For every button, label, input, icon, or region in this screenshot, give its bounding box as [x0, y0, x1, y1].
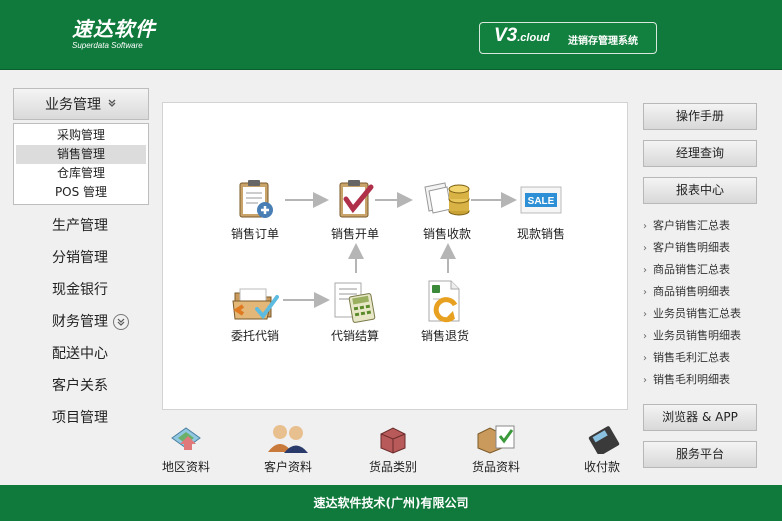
chevron-right-icon: ›	[643, 309, 647, 320]
nav-item-label: 生产管理	[52, 218, 108, 234]
report-item[interactable]: › 业务员销售汇总表	[643, 303, 773, 325]
double-chevron-down-icon	[107, 98, 117, 111]
business-submenu: 采购管理 销售管理 仓库管理 POS 管理	[13, 123, 149, 205]
footer-company: 速达软件技术(广州)有限公司	[313, 496, 469, 510]
nav-item-production[interactable]: 生产管理	[13, 210, 149, 242]
chevron-right-icon: ›	[643, 221, 647, 232]
app-header: 速达软件 Superdata Software V3.cloud 进销存管理系统	[0, 0, 782, 70]
toolbar-label: 货品类别	[369, 460, 418, 474]
clipboard-plus-icon	[239, 180, 273, 218]
nav-item-label: 财务管理	[52, 314, 108, 330]
report-item[interactable]: › 客户销售汇总表	[643, 215, 773, 237]
coins-icon	[424, 182, 470, 216]
nav-item-label: 分销管理	[52, 250, 108, 266]
flow-label: 销售收款	[422, 227, 471, 241]
chevron-right-icon: ›	[643, 243, 647, 254]
report-item[interactable]: › 销售毛利汇总表	[643, 347, 773, 369]
customer-icon	[268, 425, 308, 453]
nav-item-distribution[interactable]: 分销管理	[13, 242, 149, 274]
flow-arrows	[283, 192, 517, 308]
manual-button[interactable]: 操作手册	[643, 103, 757, 130]
browser-app-button[interactable]: 浏览器 & APP	[643, 404, 757, 431]
flow-sales-order[interactable]: 销售订单	[231, 177, 279, 242]
report-item[interactable]: › 商品销售明细表	[643, 281, 773, 303]
report-item[interactable]: › 客户销售明细表	[643, 237, 773, 259]
version-badge: V3.cloud 进销存管理系统	[479, 22, 657, 54]
nav-item-label: 客户关系	[52, 378, 108, 394]
nav-item-crm[interactable]: 客户关系	[13, 370, 149, 402]
svg-text:SALE: SALE	[528, 196, 555, 207]
goods-category-icon	[380, 427, 406, 454]
report-item[interactable]: › 销售毛利明细表	[643, 369, 773, 391]
service-platform-button[interactable]: 服务平台	[643, 441, 757, 468]
flow-consignment[interactable]: 委托代销	[231, 279, 279, 344]
system-name: 进销存管理系统	[568, 36, 638, 47]
nav-item-delivery[interactable]: 配送中心	[13, 338, 149, 370]
region-icon	[171, 427, 201, 450]
folder-check-icon	[232, 288, 279, 320]
flow-label: 代销结算	[331, 329, 380, 343]
toolbar-label: 地区资料	[162, 460, 211, 474]
toolbar-label: 货品资料	[472, 460, 521, 474]
submenu-item-purchase[interactable]: 采购管理	[16, 126, 146, 145]
toolbar-goods-category[interactable]: 货品类别	[369, 422, 417, 475]
toolbar-label: 收付款	[583, 460, 620, 474]
company-logo: 速达软件 Superdata Software	[72, 18, 156, 50]
nav-item-project[interactable]: 项目管理	[13, 402, 149, 434]
report-item[interactable]: › 商品销售汇总表	[643, 259, 773, 281]
toolbar-label: 客户资料	[264, 460, 313, 474]
manager-query-button[interactable]: 经理查询	[643, 140, 757, 167]
flow-sales-receipt[interactable]: 销售收款	[421, 177, 473, 242]
logo-sub-text: Superdata Software	[72, 41, 143, 50]
toolbar-goods-info[interactable]: 货品资料	[472, 422, 520, 475]
toolbar-region[interactable]: 地区资料	[162, 422, 210, 475]
flow-label: 销售退货	[421, 329, 470, 343]
nav-item-label: 项目管理	[52, 410, 108, 426]
flow-sales-invoice[interactable]: 销售开单	[331, 177, 379, 242]
nav-item-label: 配送中心	[52, 346, 108, 362]
submenu-item-sales[interactable]: 销售管理	[16, 145, 146, 164]
report-center-button[interactable]: 报表中心	[643, 177, 757, 204]
nav-list: 生产管理 分销管理 现金银行 财务管理 配送中心 客户关系 项目管理	[13, 210, 149, 434]
nav-item-finance[interactable]: 财务管理	[13, 306, 149, 338]
submenu-item-warehouse[interactable]: 仓库管理	[16, 164, 146, 183]
chevron-right-icon: ›	[643, 331, 647, 342]
return-document-icon	[428, 280, 460, 323]
nav-group-business[interactable]: 业务管理	[13, 88, 149, 120]
toolbar-customer[interactable]: 客户资料	[264, 422, 312, 475]
flow-label: 销售订单	[231, 227, 280, 241]
chevron-right-icon: ›	[643, 265, 647, 276]
flow-cash-sale[interactable]: SALE 现款销售	[517, 177, 565, 242]
chevron-right-icon: ›	[643, 375, 647, 386]
flow-label: 销售开单	[331, 227, 380, 241]
submenu-item-pos[interactable]: POS 管理	[16, 183, 146, 202]
clipboard-check-icon	[339, 180, 374, 218]
flow-sales-return[interactable]: 销售退货	[421, 279, 469, 344]
report-item[interactable]: › 业务员销售明细表	[643, 325, 773, 347]
payment-icon	[588, 426, 620, 454]
toolbar-payment[interactable]: 收付款	[578, 422, 626, 475]
flow-label: 现款销售	[517, 227, 566, 241]
nav-item-label: 现金银行	[52, 282, 108, 298]
calculator-icon	[334, 282, 376, 323]
version-label: V3.cloud	[494, 25, 550, 46]
footer: 速达软件技术(广州)有限公司	[0, 485, 782, 521]
sales-flow-panel: 销售订单 销售开单 销售收款 SALE 现款销售 委托代销 代销结算 销售退货	[162, 102, 628, 410]
double-chevron-down-icon	[113, 314, 129, 330]
flow-consignment-settlement[interactable]: 代销结算	[331, 279, 379, 344]
flow-label: 委托代销	[231, 329, 280, 343]
goods-info-icon	[477, 425, 515, 454]
chevron-right-icon: ›	[643, 287, 647, 298]
report-list: › 客户销售汇总表 › 客户销售明细表 › 商品销售汇总表 › 商品销售明细表 › 业务员…	[643, 215, 773, 391]
logo-main-text: 速达软件	[72, 17, 156, 41]
nav-group-label: 业务管理	[45, 97, 101, 113]
nav-item-cash-bank[interactable]: 现金银行	[13, 274, 149, 306]
sale-tag-icon: SALE	[520, 186, 562, 214]
chevron-right-icon: ›	[643, 353, 647, 364]
